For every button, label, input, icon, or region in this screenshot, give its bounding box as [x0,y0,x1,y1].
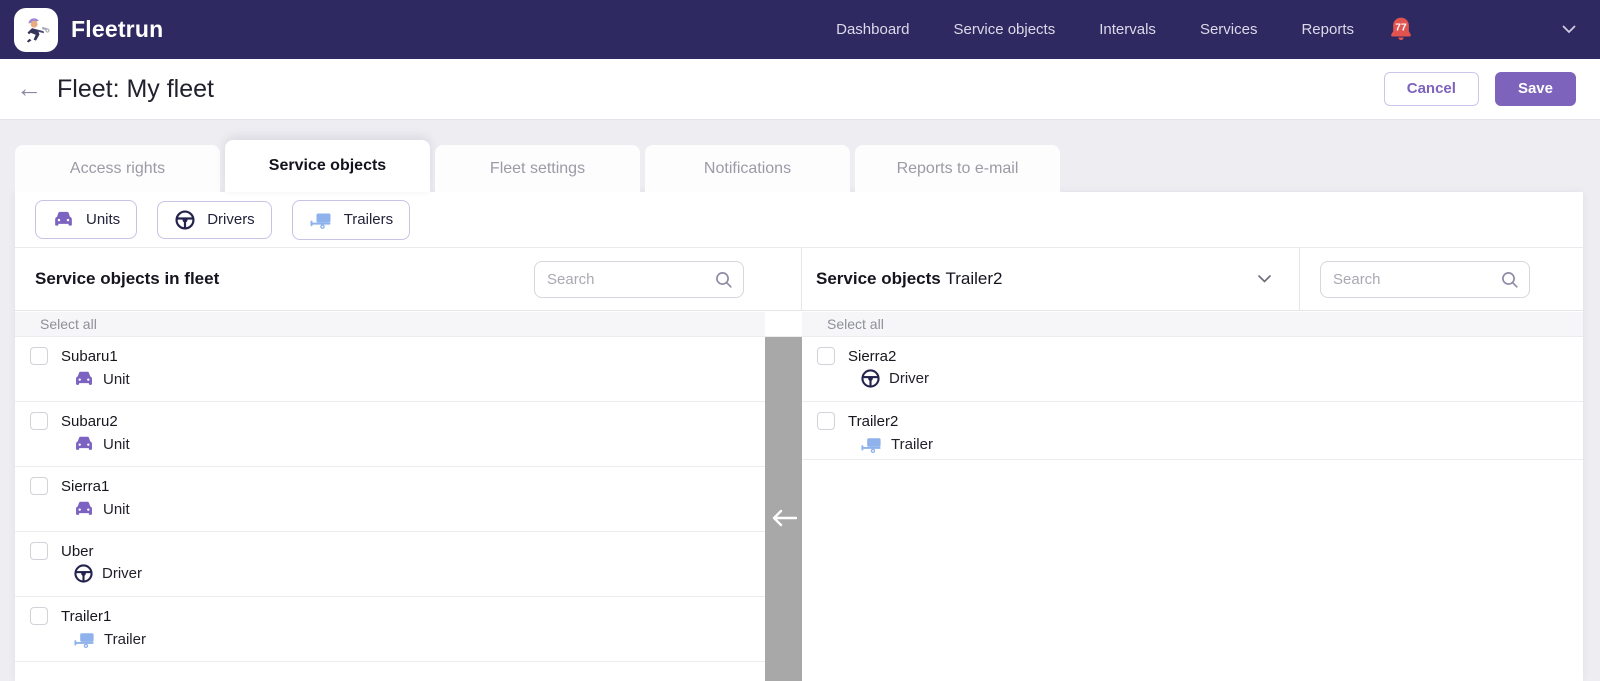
unit-icon [76,371,92,385]
fleet-list-title: Service objects in fleet [35,269,220,288]
trailer-icon [861,438,881,454]
back-arrow-icon[interactable]: ← [16,75,42,101]
row-checkbox[interactable] [30,477,48,495]
nav-item-reports[interactable]: Reports [1301,21,1354,38]
fleet-select-all[interactable]: Select all [15,312,765,337]
tab-notifications[interactable]: Notifications [645,145,850,192]
object-name: Trailer1 [61,607,112,625]
list-item: Sierra2 Driver [802,337,1583,402]
tab-service-objects[interactable]: Service objects [225,140,430,192]
filter-units-button[interactable]: Units [35,200,138,239]
fleet-objects-list: Select all Subaru1 Unit Subaru2 Unit Sie… [15,312,765,681]
row-checkbox[interactable] [30,542,48,560]
list-item: Subaru2 Unit [15,402,765,467]
tab-access-rights[interactable]: Access rights [15,145,220,192]
mechanic-logo-icon [26,17,50,43]
tab-reports-to-email[interactable]: Reports to e-mail [855,145,1060,192]
transfer-lists: Select all Subaru1 Unit Subaru2 Unit Sie… [15,312,1583,681]
nav-item-dashboard[interactable]: Dashboard [836,21,909,38]
object-name: Sierra2 [848,347,897,365]
lists-header: Service objects in fleet Service objects… [15,248,1583,311]
list-item: Sierra1 Unit [15,467,765,532]
arrow-left-icon [772,509,797,526]
unit-icon [55,211,72,226]
header-actions: Cancel Save [1383,71,1576,107]
object-type-label: Trailer [104,631,146,648]
fleet-header: ← Fleet: My fleet Cancel Save [0,59,1600,120]
nav-links: Dashboard Service objects Intervals Serv… [836,21,1354,38]
chevron-down-icon [1562,25,1576,34]
nav-item-intervals[interactable]: Intervals [1099,21,1156,38]
bell-icon: 77 [1391,17,1411,40]
object-name: Subaru1 [61,347,118,365]
service-objects-panel: Units Drivers Trailers Service objects i… [15,192,1583,681]
chevron-down-icon [1258,275,1271,283]
trailer-icon [310,213,331,229]
object-type-label: Unit [103,500,130,518]
list-item: Subaru1 Unit [15,337,765,402]
search-icon [716,271,732,288]
page-title: Fleet: My fleet [57,74,214,103]
object-search [1320,260,1530,298]
top-navbar: Fleetrun Dashboard Service objects Inter… [0,0,1600,59]
row-checkbox[interactable] [30,412,48,430]
fleet-search-input[interactable] [535,261,743,297]
fleet-search [534,260,744,298]
driver-icon [861,369,880,388]
notifications-bell[interactable]: 77 [1388,16,1414,44]
save-button[interactable]: Save [1494,71,1576,107]
nav-item-services[interactable]: Services [1200,21,1258,38]
object-list-selected-object: Trailer2 [945,269,1003,288]
unit-icon [76,501,92,515]
filter-trailers-label: Trailers [343,211,394,228]
unit-icon [76,436,92,450]
driver-icon [74,564,93,583]
filter-drivers-label: Drivers [207,211,255,228]
driver-icon [175,209,195,230]
move-left-bar[interactable] [765,337,802,681]
object-type-label: Driver [889,370,929,387]
row-checkbox[interactable] [30,347,48,365]
user-menu-caret[interactable] [1562,25,1576,34]
row-checkbox[interactable] [30,607,48,625]
fleet-list-header: Service objects in fleet [15,248,802,310]
search-icon [1502,271,1518,288]
nav-item-service-objects[interactable]: Service objects [954,21,1056,38]
object-name: Trailer2 [848,412,899,430]
object-type-label: Unit [103,435,130,453]
object-list-title: Service objects Trailer2 [816,269,1002,289]
filter-trailers-button[interactable]: Trailers [291,199,411,240]
object-select-caret[interactable] [1258,275,1271,283]
tab-fleet-settings[interactable]: Fleet settings [435,145,640,192]
list-item: Trailer1 Trailer [15,597,765,662]
cancel-button[interactable]: Cancel [1383,71,1479,107]
object-type-label: Unit [103,370,130,388]
fleet-tabs: Access rights Service objects Fleet sett… [15,140,1060,192]
notification-count-badge: 77 [1395,22,1407,33]
filter-units-label: Units [86,211,121,228]
object-type-label: Trailer [891,436,933,453]
transfer-spacer [765,312,802,337]
object-type-label: Driver [102,565,142,582]
object-list-title-prefix: Service objects [816,269,941,288]
object-search-input[interactable] [1321,261,1529,297]
row-checkbox[interactable] [817,347,835,365]
filter-drivers-button[interactable]: Drivers [157,200,272,239]
list-item: Trailer2 Trailer [802,402,1583,460]
transfer-column [765,312,802,681]
trailer-icon [74,633,94,649]
brand-title: Fleetrun [71,16,164,42]
fleetrun-logo[interactable] [14,7,58,52]
object-type-toolbar: Units Drivers Trailers [15,192,1583,248]
object-name: Uber [61,542,94,560]
row-checkbox[interactable] [817,412,835,430]
object-search-section [1300,248,1583,310]
object-name: Sierra1 [61,477,110,495]
list-item: Uber Driver [15,532,765,597]
object-list-header: Service objects Trailer2 [802,248,1300,310]
assigned-select-all[interactable]: Select all [802,312,1583,337]
object-name: Subaru2 [61,412,118,430]
assigned-objects-list: Select all Sierra2 Driver Trailer2 Trail… [802,312,1583,681]
